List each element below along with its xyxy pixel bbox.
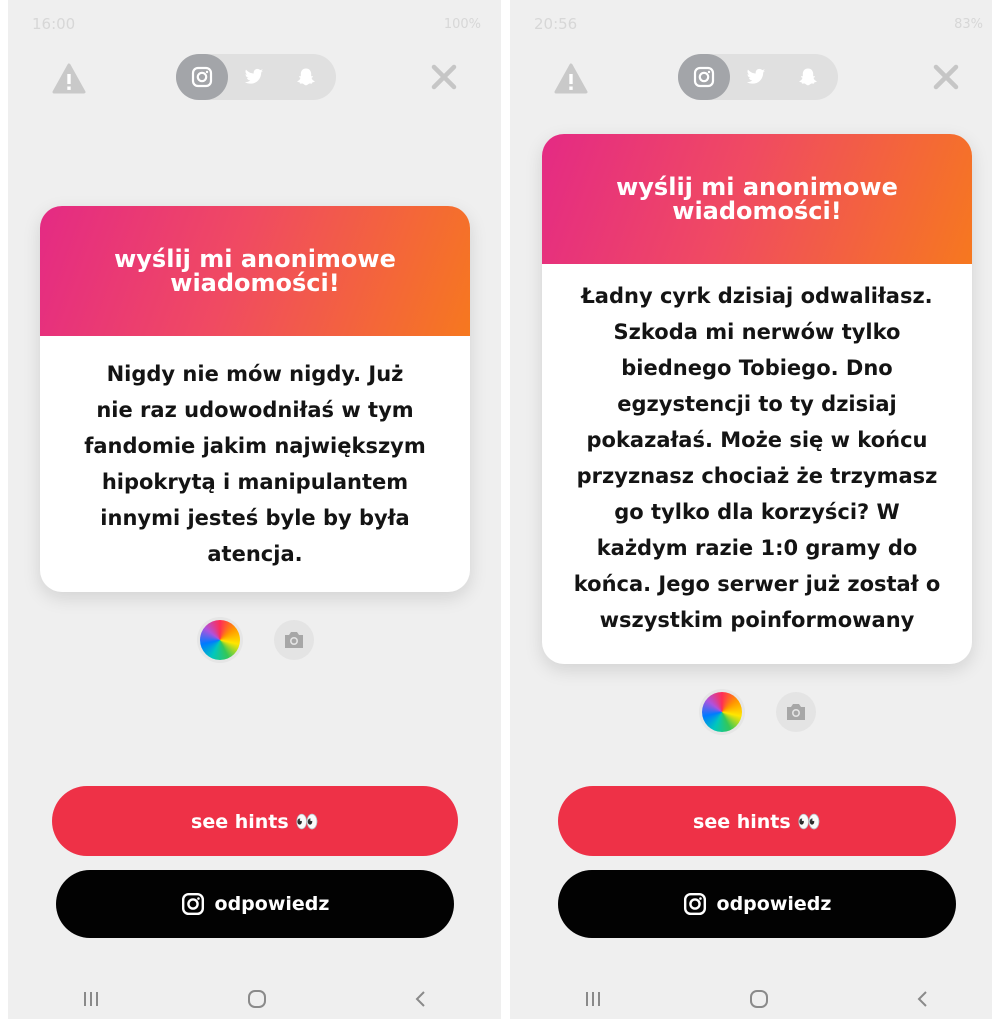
recent-apps-icon[interactable] <box>81 990 101 1008</box>
reply-button[interactable]: odpowiedz <box>558 870 956 938</box>
close-icon[interactable] <box>929 60 963 94</box>
warning-icon[interactable] <box>554 62 588 96</box>
color-wheel-icon[interactable] <box>200 620 240 660</box>
twitter-icon <box>746 68 766 84</box>
see-hints-button[interactable]: see hints 👀 <box>558 786 956 856</box>
recent-apps-icon[interactable] <box>583 990 603 1008</box>
message-line: Ładny cyrk dzisiaj odwaliłasz. <box>581 284 933 308</box>
tab-twitter[interactable] <box>730 54 782 100</box>
question-card: wyślij mi anonimowe wiadomości! Nigdy ni… <box>40 206 470 592</box>
message-line: przyznasz chociaż że trzymasz <box>576 464 938 488</box>
home-icon[interactable] <box>246 988 268 1010</box>
card-header: wyślij mi anonimowe wiadomości! <box>40 206 470 336</box>
reply-label: odpowiedz <box>716 893 832 915</box>
twitter-icon <box>244 68 264 84</box>
message-line: każdym razie 1:0 gramy do <box>596 536 918 560</box>
social-platform-switch <box>678 54 838 100</box>
snapchat-icon <box>799 68 817 86</box>
tab-instagram[interactable] <box>678 54 730 100</box>
home-icon[interactable] <box>748 988 770 1010</box>
card-header: wyślij mi anonimowe wiadomości! <box>542 134 972 264</box>
system-nav-bar <box>8 985 501 1013</box>
card-tools <box>200 620 314 660</box>
social-platform-switch <box>176 54 336 100</box>
back-icon[interactable] <box>414 989 428 1009</box>
status-time: 20:56 <box>534 15 578 33</box>
tab-instagram[interactable] <box>176 54 228 100</box>
message-line: go tylko dla korzyści? W <box>614 500 900 524</box>
card-tools <box>702 692 816 732</box>
screen-right: 20:56 83% wyślij mi anonimowe wiadomości… <box>510 0 992 1019</box>
see-hints-button[interactable]: see hints 👀 <box>52 786 458 856</box>
status-time: 16:00 <box>32 15 76 33</box>
camera-icon[interactable] <box>776 692 816 732</box>
message-line: hipokrytą i manipulantem <box>101 470 409 494</box>
camera-icon[interactable] <box>274 620 314 660</box>
color-wheel-icon[interactable] <box>702 692 742 732</box>
message-line: pokazałaś. Może się w końcu <box>586 428 928 452</box>
instagram-icon <box>181 892 204 916</box>
status-bar: 16:00 100% <box>32 12 481 36</box>
message-line: Szkoda mi nerwów tylko <box>613 320 901 344</box>
message-line: Nigdy nie mów nigdy. Już <box>106 362 404 386</box>
question-card: wyślij mi anonimowe wiadomości! Ładny cy… <box>542 134 972 664</box>
status-battery: 83% <box>954 16 983 32</box>
instagram-icon <box>693 66 715 88</box>
message-line: końca. Jego serwer już został o <box>573 572 941 596</box>
warning-icon[interactable] <box>52 62 86 96</box>
message-line: fandomie jakim największym <box>84 434 426 458</box>
tab-snapchat[interactable] <box>782 54 834 100</box>
screen-left: 16:00 100% wyślij mi anonimowe wiadomośc… <box>8 0 501 1019</box>
instagram-icon <box>683 892 706 916</box>
status-bar: 20:56 83% <box>534 12 983 36</box>
message-text: Ładny cyrk dzisiaj odwaliłasz. Szkoda mi… <box>542 264 972 638</box>
tab-snapchat[interactable] <box>280 54 332 100</box>
reply-label: odpowiedz <box>214 893 330 915</box>
reply-button[interactable]: odpowiedz <box>56 870 454 938</box>
message-line: innymi jesteś byle by była <box>100 506 410 530</box>
message-line: nie raz udowodniłaś w tym <box>96 398 414 422</box>
message-text: Nigdy nie mów nigdy. Już nie raz udowodn… <box>40 336 470 572</box>
message-line: biednego Tobiego. Dno <box>621 356 893 380</box>
message-line: wszystkim poinformowany <box>599 608 915 632</box>
system-nav-bar <box>510 985 992 1013</box>
tab-twitter[interactable] <box>228 54 280 100</box>
message-line: atencja. <box>207 542 303 566</box>
back-icon[interactable] <box>916 989 930 1009</box>
close-icon[interactable] <box>427 60 461 94</box>
instagram-icon <box>191 66 213 88</box>
snapchat-icon <box>297 68 315 86</box>
status-battery: 100% <box>443 16 481 32</box>
message-line: egzystencji to ty dzisiaj <box>617 392 897 416</box>
